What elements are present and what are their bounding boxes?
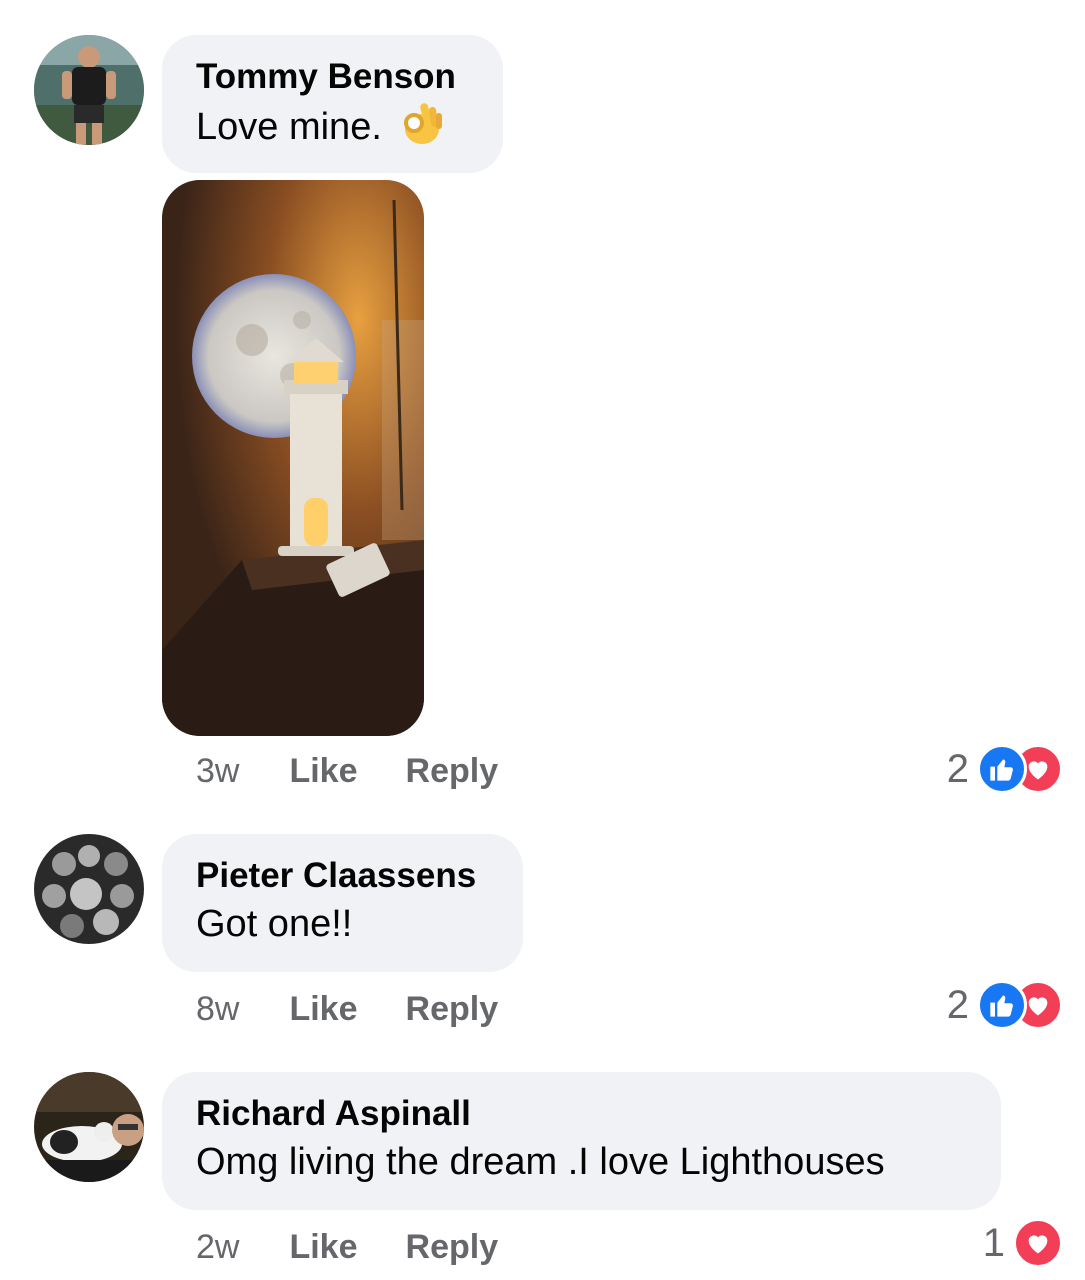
- reaction-summary[interactable]: 2: [947, 980, 1063, 1030]
- like-reaction-icon: [977, 980, 1027, 1030]
- ok-hand-icon: [400, 99, 444, 159]
- reply-button[interactable]: Reply: [406, 752, 499, 791]
- like-reaction-icon: [977, 744, 1027, 794]
- comment-text: Love mine.: [196, 99, 469, 159]
- avatar[interactable]: [34, 35, 144, 145]
- reaction-count: 2: [946, 982, 969, 1027]
- comment-text: Omg living the dream .I love Lighthouses: [196, 1141, 885, 1183]
- reaction-count: 2: [946, 746, 969, 791]
- comment-actions: 2w Like Reply: [196, 1222, 546, 1272]
- reply-button[interactable]: Reply: [406, 1228, 499, 1267]
- comment-actions: 3w Like Reply: [196, 746, 546, 796]
- like-button[interactable]: Like: [289, 752, 357, 791]
- reaction-summary[interactable]: 2: [947, 744, 1063, 794]
- comment-author[interactable]: Tommy Benson: [196, 55, 469, 99]
- comment-author[interactable]: Pieter Claassens: [196, 854, 489, 898]
- comment-bubble: Pieter Claassens Got one!!: [162, 834, 523, 972]
- comment-photo[interactable]: [162, 180, 424, 736]
- comment-bubble: Tommy Benson Love mine.: [162, 35, 503, 173]
- comment-text: Got one!!: [196, 903, 353, 945]
- avatar[interactable]: [34, 1072, 144, 1182]
- like-button[interactable]: Like: [289, 990, 357, 1029]
- comment-bubble: Richard Aspinall Omg living the dream .I…: [162, 1072, 1001, 1210]
- comment-author[interactable]: Richard Aspinall: [196, 1092, 967, 1136]
- reply-button[interactable]: Reply: [406, 990, 499, 1029]
- comment-timestamp[interactable]: 8w: [196, 990, 239, 1029]
- like-button[interactable]: Like: [289, 1228, 357, 1267]
- love-reaction-icon: [1013, 1218, 1063, 1268]
- avatar[interactable]: [34, 834, 144, 944]
- comment-timestamp[interactable]: 2w: [196, 1228, 239, 1267]
- reaction-count: 1: [982, 1220, 1005, 1265]
- comment-timestamp[interactable]: 3w: [196, 752, 239, 791]
- comment-actions: 8w Like Reply: [196, 984, 546, 1034]
- comment-text-body: Love mine.: [196, 106, 382, 149]
- reaction-summary[interactable]: 1: [983, 1218, 1063, 1268]
